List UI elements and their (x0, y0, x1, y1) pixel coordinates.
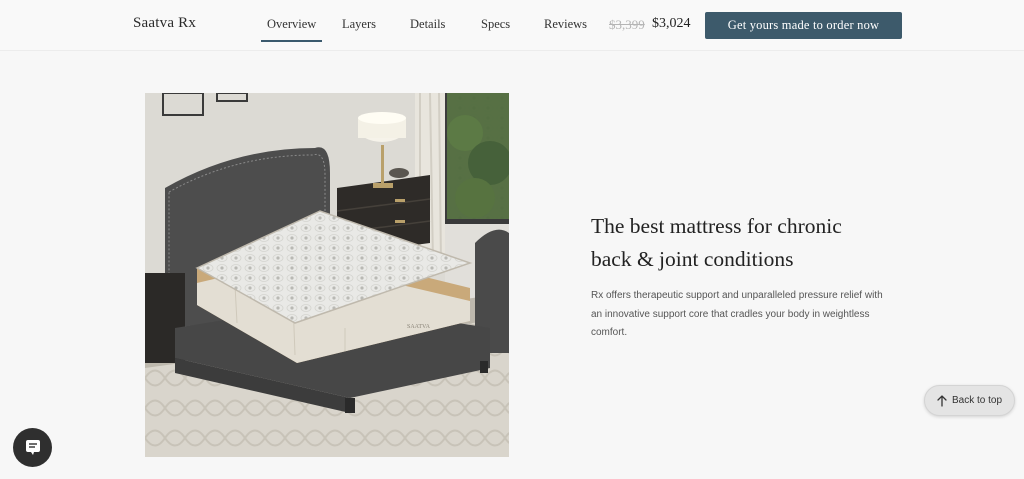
tab-specs[interactable]: Specs (481, 17, 510, 32)
mattress-bedroom-image: SAATVA (145, 93, 509, 457)
tab-reviews[interactable]: Reviews (544, 17, 587, 32)
chat-button[interactable] (13, 428, 52, 467)
headline-line-2: back & joint conditions (591, 247, 794, 271)
chat-bubble-icon (25, 439, 40, 455)
brand-name[interactable]: Saatva Rx (133, 15, 196, 32)
section-headline: The best mattress for chronic back & joi… (591, 210, 911, 276)
headline-line-1: The best mattress for chronic (591, 214, 842, 238)
svg-text:SAATVA: SAATVA (407, 324, 431, 330)
tab-overview[interactable]: Overview (260, 17, 323, 42)
tab-details[interactable]: Details (410, 17, 445, 32)
original-price: $3,399 (609, 17, 645, 32)
tab-layers[interactable]: Layers (342, 17, 376, 32)
back-to-top-button[interactable]: Back to top (924, 385, 1015, 416)
mattress-bedroom-photo: SAATVA (145, 93, 509, 457)
section-description: Rx offers therapeutic support and unpara… (591, 290, 883, 338)
current-price: $3,024 (652, 16, 691, 31)
back-to-top-label: Back to top (951, 395, 1003, 406)
arrow-up-icon (937, 394, 947, 407)
top-navigation-bar: Saatva Rx Overview Layers Details Specs … (0, 0, 1024, 51)
order-now-button[interactable]: Get yours made to order now (705, 12, 902, 39)
